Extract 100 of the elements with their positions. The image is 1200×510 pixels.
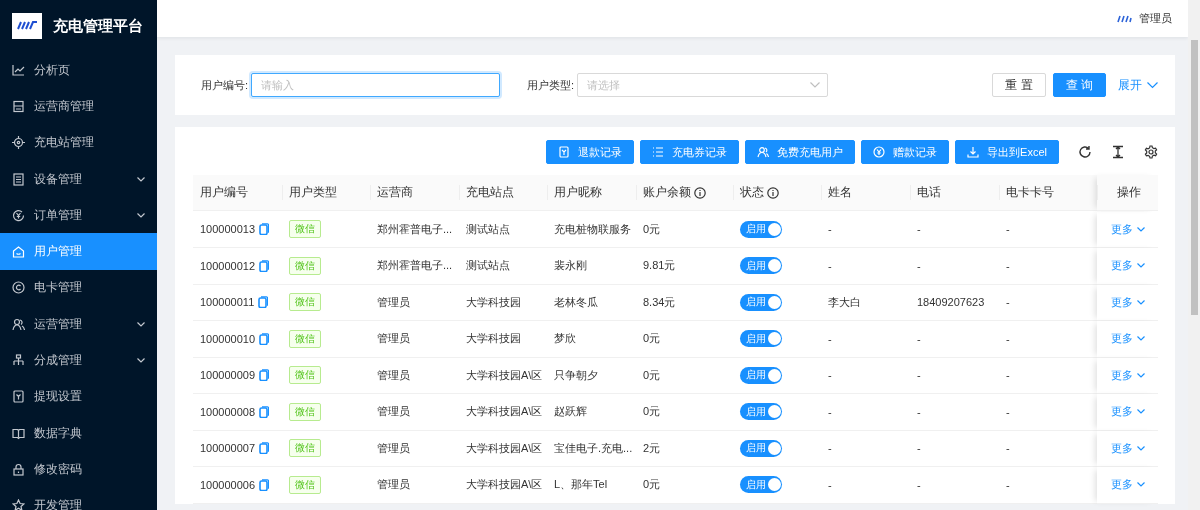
sidebar-item[interactable]: 电卡管理: [0, 269, 157, 307]
sidebar-item[interactable]: 运营管理: [0, 306, 157, 343]
table-cell: 郑州霍普电子...: [377, 258, 453, 274]
sidebar-item[interactable]: 运营商管理: [0, 88, 157, 125]
copy-icon: [259, 442, 270, 455]
table-cell: 管理员: [377, 404, 410, 420]
table-cell: 大学科技园A\区: [466, 440, 543, 456]
toolbar-button[interactable]: 免费充电用户: [745, 140, 856, 164]
chart-icon: [12, 63, 25, 77]
cabinet-icon: [12, 99, 25, 113]
table-cell: -: [828, 405, 832, 418]
chevron-down-icon: [1137, 372, 1145, 378]
more-link[interactable]: 更多: [1111, 258, 1145, 274]
sidebar-item[interactable]: 修改密码: [0, 451, 157, 488]
status-toggle[interactable]: 启用: [740, 220, 782, 238]
more-link[interactable]: 更多: [1111, 367, 1145, 383]
sidebar-item[interactable]: 分析页: [0, 52, 157, 89]
sidebar-item[interactable]: 订单管理: [0, 197, 157, 234]
table-cell: 2元: [643, 440, 661, 456]
query-button[interactable]: 查 询: [1052, 73, 1106, 97]
table-cell: -: [828, 223, 832, 236]
table-cell: -: [1006, 223, 1010, 236]
hierarchy-icon: [12, 354, 25, 367]
chevron-down-icon: [1137, 482, 1145, 488]
refresh-icon: [1078, 145, 1092, 159]
field-label: 用户类型:: [527, 77, 575, 93]
table-cell: 大学科技园: [466, 331, 521, 347]
sidebar-item[interactable]: 分成管理: [0, 342, 157, 379]
sidebar-item[interactable]: 用户管理: [0, 233, 157, 270]
toolbar-button[interactable]: 退款记录: [546, 140, 635, 164]
chevron-down-icon: [137, 358, 145, 363]
table-cell: -: [1006, 478, 1010, 491]
toolbar-button[interactable]: 充电券记录: [640, 140, 740, 164]
table-cell: 裴永刚: [554, 258, 587, 274]
table-cell: 9.81元: [643, 258, 676, 274]
table-cell: 大学科技园A\区: [466, 477, 543, 493]
table-cell: -: [1006, 296, 1010, 309]
document-icon: [12, 172, 25, 186]
select-field[interactable]: 请选择: [577, 73, 829, 97]
more-link[interactable]: 更多: [1111, 294, 1145, 310]
table-cell: 大学科技园A\区: [466, 367, 543, 383]
sidebar-item[interactable]: 数据字典: [0, 414, 157, 452]
status-toggle[interactable]: 启用: [740, 476, 782, 494]
toolbar-button[interactable]: 赠款记录: [861, 140, 950, 164]
table-cell: 郑州霍普电子...: [377, 221, 453, 237]
scrollbar[interactable]: [1188, 0, 1200, 510]
table-cell: -: [828, 259, 832, 272]
table-cell: L、那年Tel: [554, 477, 608, 493]
table-cell: 大学科技园A\区: [466, 404, 543, 420]
table-cell: 宝佳电子.充电...: [554, 440, 633, 456]
people-icon: [757, 146, 770, 158]
table-cell: 梦欣: [554, 331, 576, 347]
more-link[interactable]: 更多: [1111, 440, 1145, 456]
download-icon: [967, 146, 980, 158]
sidebar-item[interactable]: 开发管理: [0, 487, 157, 510]
chevron-down-icon: [1137, 409, 1145, 415]
expand-link[interactable]: 展开: [1118, 76, 1158, 94]
status-toggle[interactable]: 启用: [740, 330, 782, 348]
chevron-down-icon: [1147, 81, 1158, 89]
more-link[interactable]: 更多: [1111, 331, 1145, 347]
status-toggle[interactable]: 启用: [740, 403, 782, 421]
copyright-icon: [12, 281, 25, 295]
table-cell: -: [1006, 259, 1010, 272]
table-cell: 0元: [643, 367, 661, 383]
user-name[interactable]: 管理员: [1139, 11, 1172, 26]
sidebar-item[interactable]: 提现设置: [0, 378, 157, 415]
table-cell: 100000013: [200, 223, 256, 236]
table-cell: 测试站点: [466, 258, 510, 274]
user-type-tag: 微信: [289, 402, 321, 421]
copy-icon: [259, 478, 270, 491]
chevron-down-icon: [1137, 299, 1145, 305]
column-header: 电话: [910, 175, 999, 211]
reset-button[interactable]: 重 置: [992, 73, 1046, 97]
status-toggle[interactable]: 启用: [740, 366, 782, 384]
table-cell: 0元: [643, 477, 661, 493]
more-link[interactable]: 更多: [1111, 404, 1145, 420]
column-header: 用户昵称: [547, 175, 636, 211]
chevron-down-icon: [1137, 263, 1145, 269]
table-cell: 管理员: [377, 367, 410, 383]
copy-icon: [258, 296, 269, 309]
more-link[interactable]: 更多: [1111, 221, 1145, 237]
sidebar-item[interactable]: 设备管理: [0, 160, 157, 198]
copy-icon: [259, 405, 270, 418]
user-type-tag: 微信: [289, 366, 321, 385]
status-toggle[interactable]: 启用: [740, 257, 782, 275]
status-toggle[interactable]: 启用: [740, 293, 782, 311]
table-cell: 100000006: [200, 478, 256, 491]
wallet-icon: [12, 390, 25, 404]
table-cell: -: [1006, 332, 1010, 345]
chevron-down-icon: [1137, 226, 1145, 232]
table-cell: 管理员: [377, 294, 410, 310]
more-link[interactable]: 更多: [1111, 477, 1145, 493]
table-cell: 管理员: [377, 477, 410, 493]
table-cell: -: [828, 332, 832, 345]
table-cell: 100000007: [200, 442, 256, 455]
table-cell: -: [917, 478, 921, 491]
toolbar-button[interactable]: 导出到Excel: [955, 140, 1059, 164]
sidebar-item[interactable]: 充电站管理: [0, 124, 157, 161]
table-cell: -: [828, 369, 832, 382]
status-toggle[interactable]: 启用: [740, 439, 782, 457]
